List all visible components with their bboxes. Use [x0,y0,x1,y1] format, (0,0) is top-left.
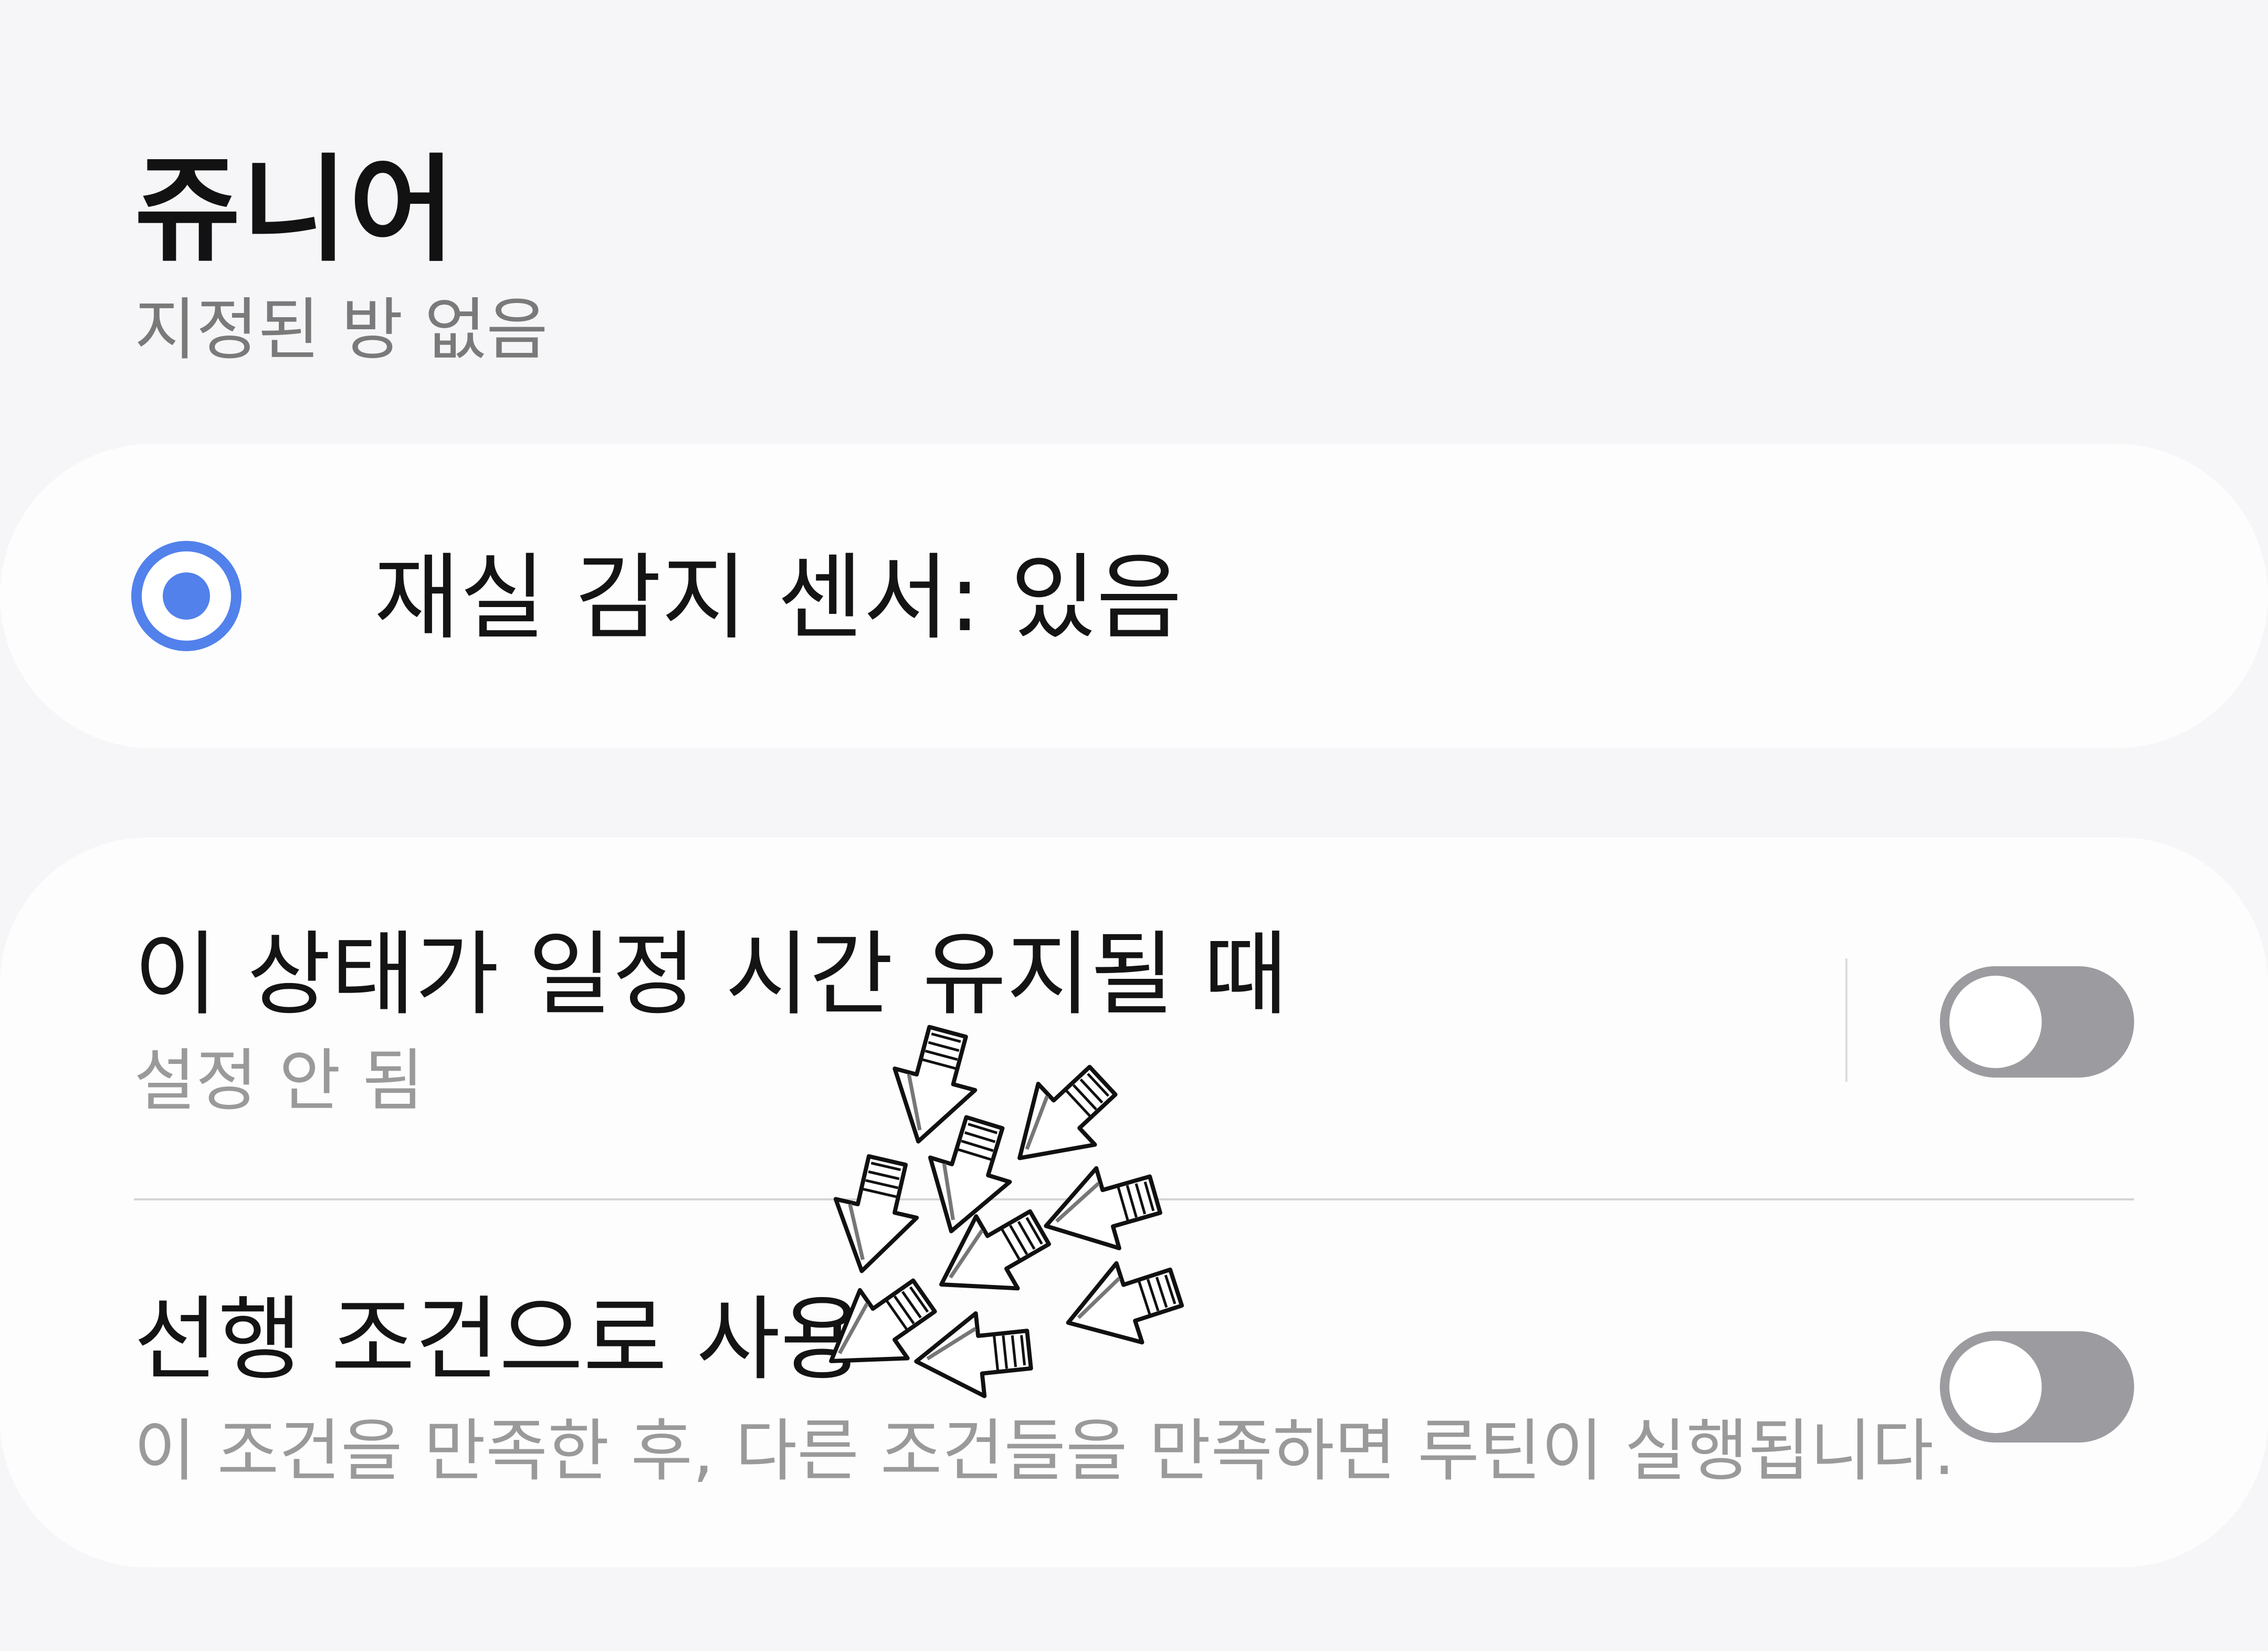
sketch-arrow-icon [1035,1155,1167,1266]
sketch-arrows-overlay [0,0,2268,1651]
sketch-arrow-icon [920,1192,1060,1320]
sketch-arrow-icon [912,1308,1033,1403]
sketch-arrow-icon [807,1262,948,1395]
sketch-arrow-icon [821,1151,928,1280]
sketch-arrow-icon [1055,1248,1189,1362]
routine-condition-screen: { "header": { "title": "쥬니어", "subtitle"… [0,0,2268,1651]
sketch-arrow-icon [991,1050,1131,1188]
